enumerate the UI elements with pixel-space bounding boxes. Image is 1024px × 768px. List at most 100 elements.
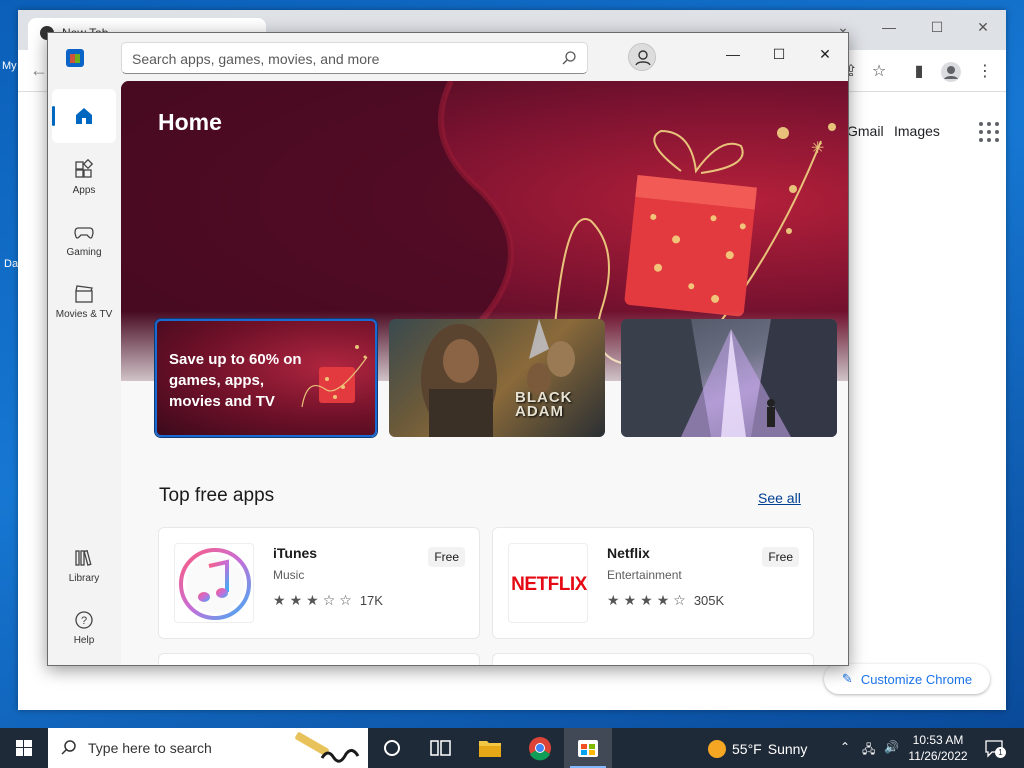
app-category: Entertainment bbox=[607, 568, 682, 582]
app-card[interactable] bbox=[492, 653, 814, 665]
volume-icon[interactable]: 🔊 bbox=[884, 740, 899, 754]
store-search-box[interactable] bbox=[121, 42, 588, 74]
app-card[interactable] bbox=[158, 653, 480, 665]
pencil-icon: ✎ bbox=[841, 671, 853, 686]
movie-poster-image bbox=[421, 319, 575, 437]
nav-item-gaming[interactable]: Gaming bbox=[52, 215, 116, 269]
customize-chrome-button[interactable]: ✎ Customize Chrome bbox=[824, 664, 990, 694]
gift-box-icon bbox=[624, 175, 757, 317]
star-empty-icon: ☆ bbox=[322, 592, 336, 608]
controller-icon bbox=[74, 227, 94, 239]
chrome-maximize-icon[interactable]: ☐ bbox=[922, 16, 952, 38]
hero-title: Home bbox=[158, 109, 222, 135]
svg-text:NETFLIX: NETFLIX bbox=[511, 574, 587, 595]
star-empty-icon: ☆ bbox=[673, 592, 686, 608]
app-price-badge: Free bbox=[428, 547, 465, 567]
app-rating: ★ ★ ★ ☆ ☆ 17K bbox=[273, 592, 383, 609]
network-icon[interactable]: 🖧 bbox=[862, 740, 875, 761]
app-name: Netflix bbox=[607, 545, 650, 561]
google-apps-icon[interactable] bbox=[979, 122, 999, 142]
task-view-icon[interactable] bbox=[416, 728, 464, 768]
store-nav: Apps Gaming Movies & TV Library ? Help bbox=[48, 83, 120, 665]
promo-card-sale[interactable]: Save up to 60% on games, apps, movies an… bbox=[155, 319, 377, 437]
nav-label-apps: Apps bbox=[72, 185, 96, 196]
clapperboard-icon bbox=[75, 285, 93, 303]
nav-item-apps[interactable]: Apps bbox=[52, 153, 116, 207]
cortana-icon[interactable] bbox=[368, 728, 416, 768]
app-category: Music bbox=[273, 568, 305, 582]
star-filled-icon: ★ bbox=[623, 592, 637, 608]
taskbar-search-box[interactable]: Type here to search bbox=[48, 728, 368, 768]
promo-card-game[interactable] bbox=[621, 319, 837, 437]
nav-label-help: Help bbox=[73, 635, 95, 646]
minimize-icon[interactable]: — bbox=[710, 39, 756, 69]
sun-icon bbox=[708, 740, 726, 758]
gift-icon bbox=[301, 345, 368, 408]
star-filled-icon: ★ bbox=[640, 592, 653, 608]
clock[interactable]: 10:53 AM 11/26/2022 bbox=[906, 732, 970, 764]
app-card-netflix[interactable]: NETFLIX Netflix Entertainment Free ★ ★ ★… bbox=[492, 527, 814, 639]
gmail-link[interactable]: Gmail bbox=[847, 123, 884, 139]
store-search-input[interactable] bbox=[132, 49, 552, 69]
help-icon: ? bbox=[75, 611, 93, 629]
star-filled-icon: ★ bbox=[607, 592, 620, 608]
bookmark-star-icon[interactable]: ☆ bbox=[868, 61, 890, 83]
app-rating: ★ ★ ★ ★ ☆ 305K bbox=[607, 592, 724, 609]
itunes-icon bbox=[174, 543, 254, 623]
close-icon[interactable]: ✕ bbox=[802, 39, 848, 69]
clock-time: 10:53 AM bbox=[912, 733, 964, 747]
movie-title-text: BLACK ADAM bbox=[515, 389, 573, 420]
star-filled-icon: ★ bbox=[656, 592, 670, 608]
apps-icon bbox=[75, 159, 94, 178]
windows-logo-icon bbox=[16, 740, 32, 756]
show-hidden-icons-chevron-icon[interactable]: ⌃ bbox=[840, 740, 850, 754]
back-icon[interactable]: ← bbox=[30, 60, 48, 81]
chrome-minimize-icon[interactable]: — bbox=[874, 16, 904, 38]
chrome-close-icon[interactable]: ✕ bbox=[968, 16, 998, 38]
star-filled-icon: ★ bbox=[289, 592, 303, 608]
chrome-taskbar-icon[interactable] bbox=[516, 728, 564, 768]
store-taskbar-icon[interactable] bbox=[564, 728, 612, 768]
nav-item-movies[interactable]: Movies & TV bbox=[52, 277, 116, 331]
star-empty-icon: ☆ bbox=[339, 592, 352, 608]
desktop-icon-label[interactable]: Da bbox=[4, 258, 18, 270]
nav-label-movies: Movies & TV bbox=[55, 309, 113, 320]
review-count: 17K bbox=[359, 593, 383, 608]
nav-item-help[interactable]: ? Help bbox=[52, 603, 116, 657]
store-logo-icon bbox=[66, 49, 84, 67]
weather-condition: Sunny bbox=[767, 741, 808, 757]
star-filled-icon: ★ bbox=[273, 592, 286, 608]
store-window: — ☐ ✕ Apps Gaming Movies & TV Library ? … bbox=[47, 32, 849, 666]
person-icon bbox=[635, 50, 651, 66]
svg-text:?: ? bbox=[81, 615, 87, 627]
app-price-badge: Free bbox=[762, 547, 799, 567]
notification-count-badge: 1 bbox=[995, 747, 1006, 758]
taskbar: Type here to search 55°F Sunny ⌃ 🖧 🔊 10:… bbox=[0, 728, 1024, 768]
weather-widget[interactable]: 55°F Sunny bbox=[708, 740, 807, 758]
search-icon[interactable] bbox=[561, 50, 577, 66]
side-panel-icon[interactable]: ▮ bbox=[908, 61, 930, 83]
chrome-menu-icon[interactable]: ⋮ bbox=[974, 61, 996, 83]
pencil-doodle-icon bbox=[295, 732, 360, 763]
images-link[interactable]: Images bbox=[894, 123, 940, 139]
app-name: iTunes bbox=[273, 545, 318, 561]
weather-temp: 55°F bbox=[732, 741, 762, 757]
app-card-itunes[interactable]: iTunes Music Free ★ ★ ★ ☆ ☆ 17K bbox=[158, 527, 480, 639]
profile-icon[interactable] bbox=[940, 61, 962, 83]
promo-card-black-adam[interactable]: BLACK ADAM bbox=[389, 319, 605, 437]
clock-date: 11/26/2022 bbox=[908, 749, 968, 763]
see-all-link[interactable]: See all bbox=[758, 490, 801, 506]
customize-chrome-label: Customize Chrome bbox=[860, 671, 973, 687]
file-explorer-icon[interactable] bbox=[466, 728, 514, 768]
maximize-icon[interactable]: ☐ bbox=[756, 39, 802, 69]
account-button[interactable] bbox=[628, 43, 656, 71]
nav-label-library: Library bbox=[68, 573, 100, 584]
review-count: 305K bbox=[693, 593, 725, 608]
svg-text:✳: ✳ bbox=[811, 138, 824, 157]
desktop-icon-label[interactable]: My bbox=[2, 60, 17, 72]
nav-item-library[interactable]: Library bbox=[52, 541, 116, 595]
start-button[interactable] bbox=[0, 728, 48, 768]
notification-center-icon[interactable]: 1 bbox=[984, 738, 1006, 758]
nav-label-gaming: Gaming bbox=[66, 247, 102, 258]
nav-item-home[interactable] bbox=[52, 89, 116, 143]
